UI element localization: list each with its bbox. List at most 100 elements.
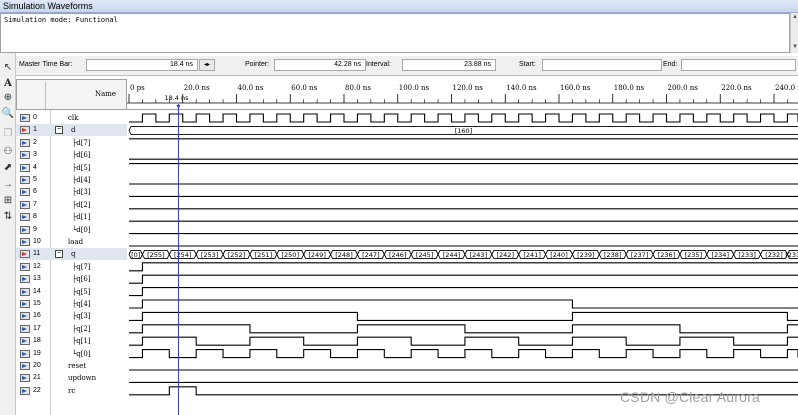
- pin-signal-icon: [20, 213, 30, 222]
- signal-row[interactable]: 1 − d: [16, 124, 127, 137]
- signal-index: 16: [33, 312, 41, 320]
- signal-row[interactable]: 5 ├d[4]: [16, 174, 127, 186]
- signal-row[interactable]: 21 updown: [16, 372, 127, 384]
- signal-index: 4: [33, 163, 37, 171]
- group-icon[interactable]: ⊞: [1, 194, 15, 208]
- signal-row[interactable]: 20 reset: [16, 360, 127, 372]
- ruler-tick-label: 160.0 ns: [560, 84, 591, 92]
- zoom-icon[interactable]: 🔍: [1, 107, 15, 121]
- scroll-down-icon[interactable]: ▼: [792, 44, 798, 50]
- waveform-panel[interactable]: 0 ps 20.0 ns 40.0 ns 60.0 ns 80.0 ns 100.0 ns…: [127, 79, 798, 415]
- signal-index: 10: [33, 238, 41, 245]
- q-bus-value: [238]: [604, 251, 621, 259]
- name-column-header: Name: [16, 79, 127, 110]
- ruler-tick-label: 120.0 ns: [453, 84, 484, 92]
- signal-row[interactable]: 12 ├q[7]: [16, 261, 127, 273]
- pin-signal-icon: [20, 300, 30, 308]
- binoculars-find-icon[interactable]: ⚇: [1, 145, 15, 159]
- start-label: Start:: [519, 61, 536, 68]
- signal-row[interactable]: 15 ├q[4]: [16, 298, 127, 310]
- signal-name: ├q[2]: [72, 324, 91, 333]
- signal-row[interactable]: 22 rc: [16, 385, 127, 397]
- q-bus-value: [255]: [147, 251, 164, 259]
- signal-row[interactable]: 8 ├d[1]: [16, 211, 127, 223]
- ruler-tick-label: 40.0 ns: [238, 84, 264, 92]
- pointer-field: 42.28 ns: [274, 59, 366, 71]
- start-field[interactable]: [542, 59, 662, 71]
- signal-row[interactable]: 19 └q[0]: [16, 348, 127, 360]
- signal-index: 1: [33, 126, 37, 134]
- bus-signal-icon: [20, 126, 30, 135]
- zoom-fit-icon[interactable]: ⊕: [1, 91, 15, 105]
- signal-row[interactable]: 10 load: [16, 236, 127, 248]
- signal-row[interactable]: 16 ├q[3]: [16, 310, 127, 322]
- signal-row[interactable]: 9 └d[0]: [16, 224, 127, 236]
- q-bit-waveform: [129, 274, 798, 284]
- sort-icon[interactable]: ⇅: [1, 210, 15, 224]
- signal-row[interactable]: 0 clk: [16, 112, 127, 124]
- ruler-tick-label: 80.0 ns: [345, 84, 371, 92]
- copy-icon[interactable]: ❐: [1, 127, 15, 141]
- collapse-icon[interactable]: −: [55, 126, 63, 135]
- waveform-canvas[interactable]: 0 ps 20.0 ns 40.0 ns 60.0 ns 80.0 ns 100.0 ns…: [127, 79, 798, 415]
- pin-signal-icon: [20, 312, 30, 321]
- signal-row[interactable]: 2 ├d[7]: [16, 137, 127, 149]
- signal-name: ├q[7]: [72, 262, 91, 271]
- q-bit-waveform: [129, 324, 798, 334]
- signal-name: q: [71, 250, 76, 259]
- q-bus-value: [232]: [765, 251, 782, 259]
- time-cursor-label: 18.4 ns: [164, 94, 189, 102]
- pin-signal-icon: [20, 138, 30, 147]
- q-bus-value: [233]: [738, 251, 755, 259]
- ruler-tick-label: 180.0 ns: [614, 84, 645, 92]
- end-field[interactable]: [681, 59, 796, 71]
- q-bit-waveform: [129, 349, 798, 359]
- name-header-label: Name: [95, 90, 117, 98]
- signal-name: └d[0]: [72, 225, 91, 234]
- q-bus-value: [245]: [416, 251, 433, 259]
- q-bus-value: [237]: [631, 251, 648, 259]
- signal-row[interactable]: 7 ├d[2]: [16, 199, 127, 211]
- signal-index: 9: [33, 225, 37, 233]
- watermark: CSDN @Clear Aurora: [620, 389, 760, 405]
- simulation-mode-text: Simulation mode: Functional: [4, 16, 118, 24]
- scroll-up-icon[interactable]: ▲: [792, 14, 798, 20]
- arrow-right-icon[interactable]: →: [1, 178, 15, 192]
- signal-row[interactable]: 13 ├q[6]: [16, 273, 127, 285]
- window-title: Simulation Waveforms: [3, 1, 93, 11]
- signal-index: 3: [33, 151, 37, 159]
- q-bus-value: [249]: [308, 251, 325, 259]
- master-time-bar: Master Time Bar: 18.4 ns ◂▸ Pointer: 42.…: [16, 56, 798, 76]
- text-tool-icon[interactable]: A: [1, 77, 15, 91]
- q-bit-waveform: [129, 287, 798, 297]
- signal-row[interactable]: 17 ├q[2]: [16, 323, 127, 335]
- mode-panel-scrollbar[interactable]: ▲ ▼: [790, 13, 798, 53]
- signal-index: 22: [33, 386, 41, 394]
- signal-index: 2: [33, 138, 37, 146]
- signal-row[interactable]: 18 ├q[1]: [16, 335, 127, 347]
- pin-signal-icon: [20, 238, 30, 246]
- signal-index: 21: [33, 374, 41, 382]
- pin-signal-icon: [20, 349, 30, 358]
- signal-index: 17: [33, 324, 41, 332]
- pin-signal-icon: [20, 188, 30, 197]
- signal-row[interactable]: 11 − q: [16, 248, 127, 261]
- ruler-tick-label: 0 ps: [130, 84, 145, 92]
- signal-index: 18: [33, 337, 41, 345]
- q-bus-value: [254]: [174, 251, 191, 259]
- signal-row[interactable]: 14 ├q[5]: [16, 286, 127, 298]
- pointer-icon[interactable]: ↖: [1, 61, 15, 75]
- signal-row[interactable]: 3 ├d[6]: [16, 149, 127, 161]
- find-next-icon[interactable]: ⬈: [1, 161, 15, 175]
- time-bar-step-arrows[interactable]: ◂▸: [199, 59, 215, 71]
- signal-row[interactable]: 4 ├d[5]: [16, 162, 127, 174]
- pin-signal-icon: [20, 374, 30, 383]
- signal-index: 13: [33, 275, 41, 283]
- master-time-field[interactable]: 18.4 ns: [86, 59, 198, 71]
- signal-name: updown: [68, 374, 97, 383]
- collapse-icon[interactable]: −: [55, 250, 63, 259]
- ruler-tick-label: 60.0 ns: [291, 84, 317, 92]
- signal-index: 7: [33, 200, 37, 208]
- ruler-tick-label: 200.0 ns: [668, 84, 699, 92]
- signal-row[interactable]: 6 ├d[3]: [16, 186, 127, 198]
